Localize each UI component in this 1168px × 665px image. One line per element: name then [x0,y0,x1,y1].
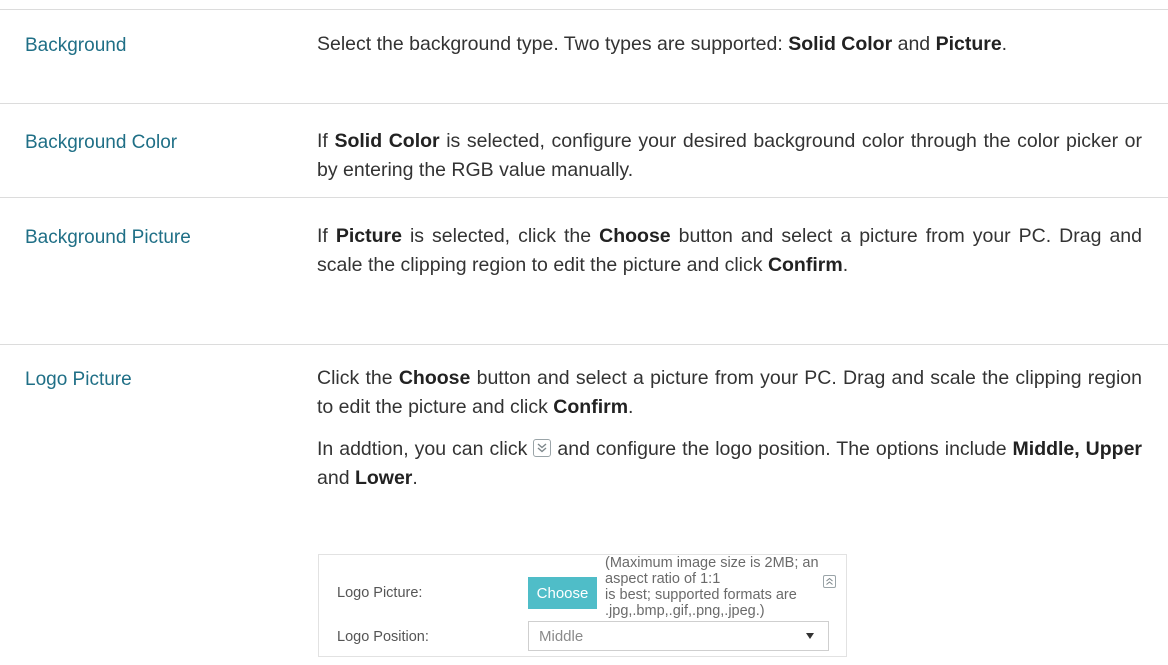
desc-background-color: If Solid Color is selected, configure yo… [317,127,1142,185]
desc-text: If [317,225,336,247]
desc-text: . [412,467,418,489]
desc-text: If [317,130,335,152]
image-requirements-hint: (Maximum image size is 2MB; an aspect ra… [605,555,827,619]
hint-line: .jpg,.bmp,.gif,.png,.jpeg.) [605,603,765,619]
term-background-picture: Background Picture [25,227,191,248]
desc-emphasis: Solid Color [334,130,440,152]
desc-emphasis: Lower [354,467,413,489]
desc-emphasis: Picture [935,33,1002,55]
term-logo-picture: Logo Picture [25,369,132,390]
desc-emphasis: Confirm [553,396,629,418]
desc-text: and [892,33,936,55]
desc-text: Select the background type. Two types ar… [317,33,789,55]
desc-text: is selected, click the [401,225,600,247]
desc-emphasis: Choose [599,225,671,247]
desc-text: . [628,396,634,418]
term-background: Background [25,35,127,56]
term-background-color: Background Color [25,132,178,153]
double-chevron-up-icon[interactable] [823,575,836,588]
table-row: Background Color If Solid Color is selec… [0,103,1168,198]
desc-text: and configure the logo position. The opt… [557,438,1013,460]
caret-down-icon [806,633,814,639]
desc-text: and [317,467,355,489]
table-row: Background Select the background type. T… [0,9,1168,104]
logo-settings-panel: Logo Picture: Choose (Maximum image size… [318,554,847,657]
desc-text: is selected, configure your desired back… [317,130,1142,181]
desc-background: Select the background type. Two types ar… [317,30,1142,59]
hint-line: (Maximum image size is 2MB; an aspect ra… [605,555,819,587]
double-chevron-down-icon [533,439,552,457]
desc-emphasis: Picture [335,225,402,247]
desc-emphasis: Middle, Upper [1012,438,1143,460]
logo-position-label: Logo Position: [337,629,429,645]
table-row: Background Picture If Picture is selecte… [0,197,1168,320]
logo-position-select[interactable]: Middle [528,621,829,651]
desc-text: . [1001,33,1008,55]
desc-emphasis: Confirm [767,254,843,276]
desc-background-picture: If Picture is selected, click the Choose… [317,222,1142,280]
hint-line: is best; supported formats are [605,587,797,603]
logo-position-value: Middle [539,628,584,645]
desc-text: Click the [317,367,399,389]
desc-text: . [842,254,849,276]
desc-emphasis: Choose [398,367,471,389]
choose-button[interactable]: Choose [528,577,597,609]
desc-logo-picture: Click the Choose button and select a pic… [317,364,1142,493]
logo-picture-label: Logo Picture: [337,585,423,601]
desc-emphasis: Solid Color [788,33,893,55]
desc-text: In addtion, you can click [317,438,528,460]
